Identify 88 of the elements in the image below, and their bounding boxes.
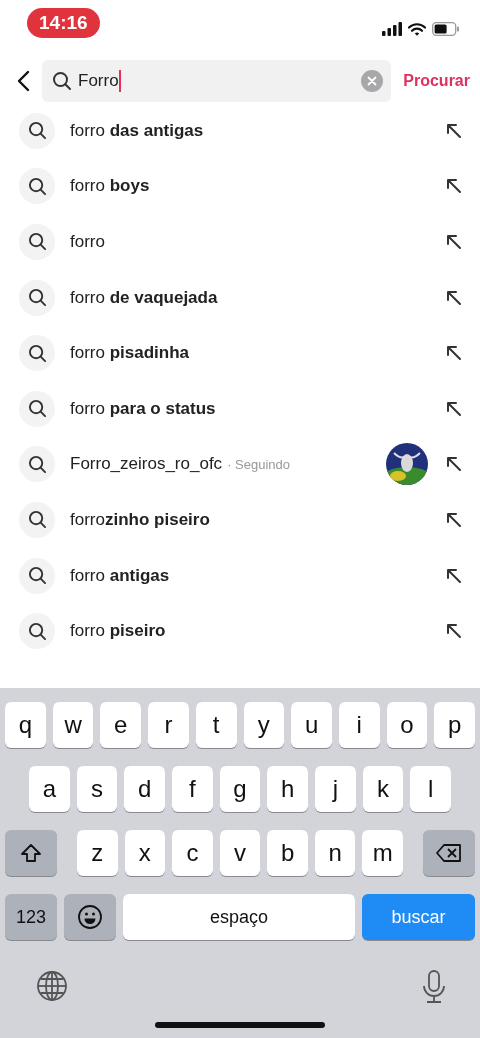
fill-arrow-icon[interactable] (446, 122, 462, 139)
letter-key[interactable]: x (124, 830, 166, 876)
letter-key[interactable]: i (338, 702, 380, 748)
smiley-icon (77, 904, 103, 930)
letter-key[interactable]: p (434, 702, 476, 748)
fill-arrow-icon[interactable] (446, 178, 462, 195)
suggestion-text: forro das antigas (70, 120, 204, 141)
signal-icon (382, 22, 402, 36)
suggestion-item[interactable]: forro de vaquejada (0, 269, 480, 326)
space-key[interactable]: espaço (123, 894, 355, 940)
suggestion-item[interactable]: forro antigas (0, 547, 480, 604)
following-label: · Seguindo (227, 456, 290, 472)
letter-key[interactable]: y (243, 702, 285, 748)
suggestion-item[interactable]: forro (0, 214, 480, 270)
letter-key[interactable]: t (195, 702, 237, 748)
wifi-icon (408, 22, 426, 36)
fill-arrow-icon[interactable] (446, 234, 462, 250)
fill-arrow-icon[interactable] (446, 511, 462, 528)
search-icon (27, 454, 47, 474)
shift-key[interactable] (5, 830, 57, 876)
letter-key[interactable]: j (315, 766, 356, 812)
search-icon (27, 232, 47, 252)
letter-key[interactable]: d (124, 766, 165, 812)
account-name: Forro_zeiros_ro_ofc (70, 454, 223, 475)
fill-arrow-icon[interactable] (446, 567, 462, 584)
letter-key[interactable]: c (172, 830, 213, 876)
suggestion-item[interactable]: forro piseiro (0, 603, 480, 659)
globe-icon[interactable] (36, 970, 68, 1002)
status-time: 14:16 (27, 8, 100, 38)
backspace-icon (436, 844, 463, 862)
fill-arrow-icon[interactable] (446, 345, 462, 362)
suggestion-text: forrozinho piseiro (70, 509, 210, 530)
suggestion-text: forro para o status (70, 398, 216, 419)
search-icon (27, 121, 47, 141)
letter-key[interactable]: b (267, 830, 308, 876)
microphone-icon[interactable] (422, 970, 446, 1004)
fill-arrow-icon[interactable] (446, 623, 462, 640)
letter-key[interactable]: q (5, 702, 46, 748)
search-icon (27, 399, 47, 419)
suggestion-text: forro (70, 232, 105, 252)
letter-key[interactable]: n (314, 830, 356, 876)
search-button[interactable]: Procurar (403, 72, 470, 90)
suggestion-item[interactable]: forro pisadinha (0, 325, 480, 381)
text-cursor (118, 70, 121, 92)
letter-key[interactable]: k (362, 766, 404, 812)
letter-key[interactable]: u (291, 702, 332, 748)
search-icon (52, 71, 72, 91)
search-icon (27, 288, 47, 308)
numbers-key[interactable]: 123 (5, 894, 57, 940)
letter-key[interactable]: r (148, 702, 189, 748)
backspace-key[interactable] (423, 830, 476, 876)
fill-arrow-icon[interactable] (446, 456, 462, 473)
suggestion-text: forro pisadinha (70, 343, 190, 364)
letter-key[interactable]: s (76, 766, 118, 812)
letter-key[interactable]: l (410, 766, 452, 812)
search-icon (27, 176, 47, 196)
search-icon (27, 510, 47, 530)
close-icon (367, 76, 378, 86)
letter-key[interactable]: v (219, 830, 261, 876)
search-value: Forro (78, 71, 119, 91)
letter-key[interactable]: e (100, 702, 142, 748)
search-icon (27, 343, 47, 363)
letter-key[interactable]: w (52, 702, 94, 748)
suggestion-item[interactable]: forrozinho piseiro (0, 492, 480, 548)
letter-key[interactable]: a (29, 766, 70, 812)
fill-arrow-icon[interactable] (446, 400, 462, 417)
search-icon (27, 621, 47, 641)
letter-key[interactable]: g (219, 766, 261, 812)
search-field[interactable]: Forro (42, 60, 392, 102)
suggestion-text: forro piseiro (70, 621, 166, 642)
shift-icon (20, 843, 42, 863)
emoji-key[interactable] (64, 894, 116, 940)
letter-key[interactable]: f (172, 766, 213, 812)
battery-icon (432, 22, 460, 36)
fill-arrow-icon[interactable] (446, 289, 462, 306)
suggestion-item[interactable]: forro para o status (0, 380, 480, 437)
suggestion-item[interactable]: Forro_zeiros_ro_ofc · Seguindo (0, 436, 480, 493)
back-icon[interactable] (16, 70, 30, 92)
suggestion-text: forro antigas (70, 565, 170, 586)
suggestion-item[interactable]: forro das antigas (0, 103, 480, 159)
letter-key[interactable]: h (267, 766, 309, 812)
letter-key[interactable]: z (77, 830, 118, 876)
suggestion-text: forro de vaquejada (70, 287, 218, 308)
search-icon (27, 566, 47, 586)
letter-key[interactable]: m (362, 830, 404, 876)
suggestion-item[interactable]: forro boys (0, 158, 480, 215)
letter-key[interactable]: o (386, 702, 428, 748)
suggestion-text: forro boys (70, 176, 150, 197)
